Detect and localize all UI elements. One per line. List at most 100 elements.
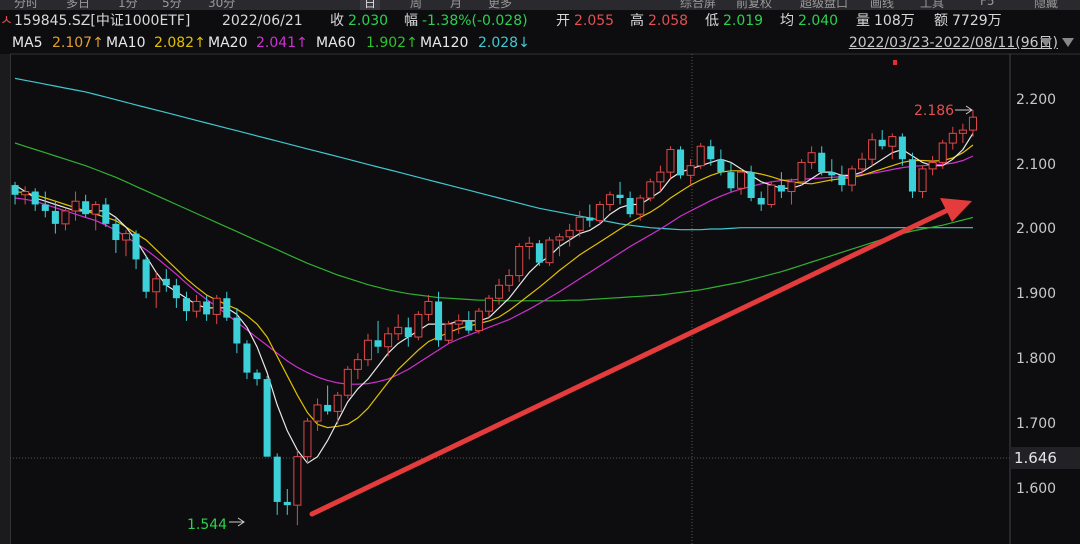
candle-body <box>51 210 59 224</box>
candle <box>908 152 916 198</box>
candle-body <box>626 198 634 215</box>
candle-body <box>233 317 241 344</box>
candle-body <box>343 368 352 396</box>
candle-body <box>928 161 937 170</box>
candle-body <box>656 171 665 183</box>
candle-body <box>555 236 564 241</box>
candle-body <box>616 194 624 198</box>
candle <box>717 149 725 176</box>
candle <box>21 186 30 205</box>
candle-body <box>636 197 645 215</box>
candle-body <box>112 223 120 241</box>
candle <box>646 178 655 202</box>
candle <box>363 333 372 367</box>
ma20-line <box>14 155 974 385</box>
low-annotation: 1.544 <box>187 517 245 533</box>
candle <box>465 311 473 334</box>
candle <box>11 181 19 205</box>
candle-body <box>182 298 190 312</box>
candle-body <box>223 298 231 318</box>
candle <box>203 295 211 321</box>
candle <box>677 146 685 179</box>
candle-body <box>243 343 251 373</box>
trend-arrow <box>309 198 972 517</box>
candle-body <box>545 239 554 264</box>
candle <box>484 295 493 318</box>
candle <box>71 191 80 221</box>
candle <box>797 159 806 186</box>
y-tick-label: 1.700 <box>1016 416 1057 432</box>
candle-body <box>61 210 70 225</box>
y-tick-label: 2.100 <box>1016 157 1057 173</box>
candle <box>666 146 675 179</box>
candle-body <box>313 404 322 422</box>
candle <box>394 314 403 341</box>
candle <box>928 155 937 176</box>
candle-body <box>404 327 412 338</box>
candle <box>303 417 312 464</box>
candle-body <box>172 285 180 299</box>
candle-body <box>938 142 947 163</box>
low-mark-label: 1.544 <box>187 517 227 533</box>
candle-body <box>797 161 806 183</box>
candle-body <box>777 185 785 192</box>
candle <box>152 272 161 308</box>
event-marker[interactable] <box>893 60 897 65</box>
candle-body <box>807 152 816 163</box>
y-tick-label: 1.900 <box>1016 286 1057 302</box>
candle <box>444 320 453 344</box>
candle <box>454 314 463 334</box>
candle <box>162 269 170 292</box>
candle <box>968 110 977 137</box>
candle-body <box>958 129 967 134</box>
candle-body <box>948 132 957 144</box>
candle-body <box>727 172 735 189</box>
current-price-tag: 1.646 <box>1010 447 1080 469</box>
candle-body <box>535 243 543 263</box>
candle <box>243 340 251 380</box>
candle-body <box>898 136 906 160</box>
candle-body <box>484 297 493 312</box>
candle-body <box>71 200 80 212</box>
candle-body <box>586 217 594 221</box>
candle-body <box>595 203 604 222</box>
candle-body <box>847 168 856 186</box>
candle-body <box>283 501 291 506</box>
candle <box>948 126 957 150</box>
candle-body <box>787 181 796 193</box>
candle-body <box>918 168 927 193</box>
candle <box>324 385 332 415</box>
y-tick-label: 2.000 <box>1016 221 1057 237</box>
candle <box>737 168 746 195</box>
candle-body <box>747 172 755 198</box>
candle-body <box>162 278 170 286</box>
y-tick-label: 1.800 <box>1016 351 1057 367</box>
candle-body <box>868 139 877 160</box>
candle-body <box>273 456 281 502</box>
candle-body <box>212 297 221 315</box>
candle <box>605 191 614 211</box>
candle-body <box>11 185 19 195</box>
candle-body <box>686 165 695 176</box>
candle <box>505 269 514 292</box>
candle <box>61 207 70 231</box>
candle-body <box>263 379 271 457</box>
candle <box>223 291 231 321</box>
candle <box>233 307 241 354</box>
candle-body <box>878 139 886 147</box>
candle-body <box>21 191 30 196</box>
candle <box>535 240 543 266</box>
candle-body <box>696 145 705 167</box>
ma5-line <box>14 132 974 464</box>
candle <box>91 201 100 231</box>
candle <box>353 353 362 380</box>
candle <box>51 201 59 234</box>
ma60-line <box>14 142 974 302</box>
candle-body <box>444 323 453 341</box>
candle-body <box>818 152 826 173</box>
candle-body <box>394 326 403 335</box>
candlestick-chart[interactable]: 2.186 1.544 <box>0 0 1080 544</box>
candle-body <box>324 404 332 412</box>
candle <box>273 453 281 515</box>
candle <box>132 230 140 270</box>
